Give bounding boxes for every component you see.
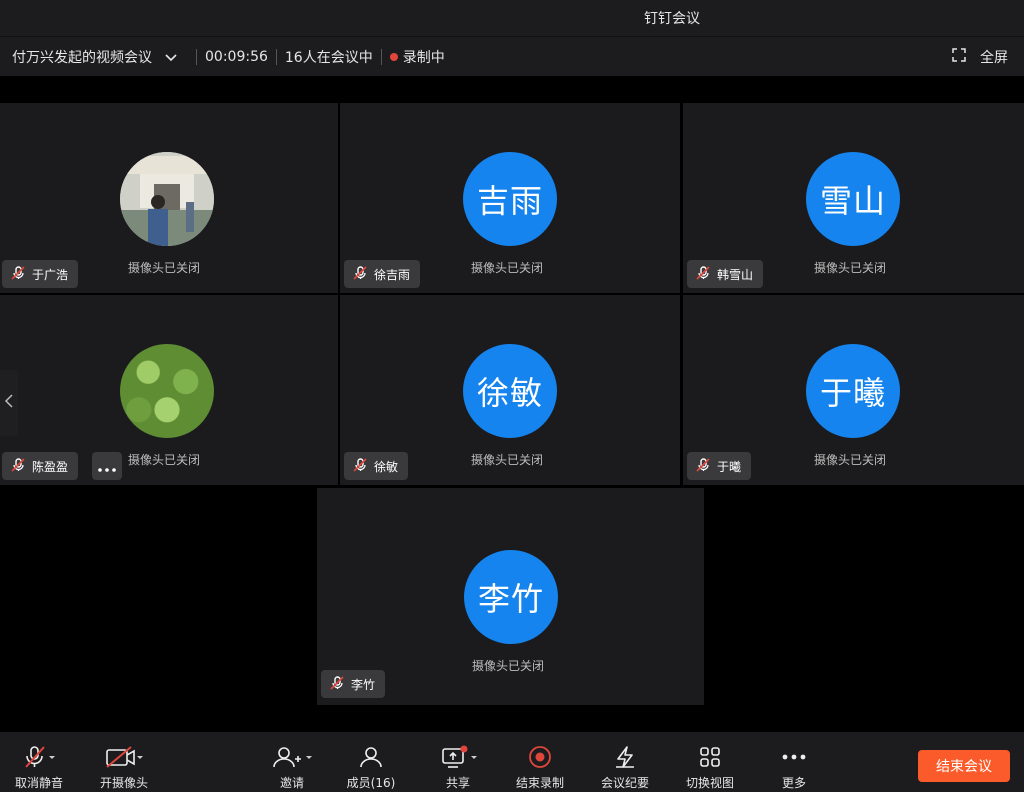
participant-name: 徐敏 — [374, 459, 399, 474]
divider — [275, 48, 277, 65]
more-dots-icon — [98, 457, 116, 476]
divider — [196, 48, 197, 65]
camera-off-icon — [104, 742, 144, 772]
profile-photo — [120, 152, 214, 246]
mic-muted-icon — [352, 265, 368, 284]
participant-name: 于曦 — [717, 459, 742, 474]
minutes-label: 会议纪要 — [600, 776, 649, 790]
chevron-down-icon[interactable] — [164, 50, 178, 64]
participant-tile[interactable]: 于曦 摄像头已关闭 于曦 — [683, 295, 1024, 485]
name-tag: 韩雪山 — [687, 260, 764, 288]
fullscreen-button[interactable]: 全屏 — [952, 37, 1008, 77]
meeting-toolbar: 取消静音 开摄像头 邀请 成员(16) 共享 结束录制 会议纪要 切换视图 更多 — [0, 732, 1024, 792]
invite-button[interactable]: 邀请 — [268, 732, 316, 792]
camera-off-text: 摄像头已关闭 — [128, 261, 201, 275]
camera-off-text: 摄像头已关闭 — [814, 453, 887, 467]
recording-status: 录制中 — [402, 49, 445, 66]
mic-muted-icon — [695, 457, 711, 476]
switch-view-button[interactable]: 切换视图 — [682, 732, 738, 792]
participant-tile[interactable]: 雪山 摄像头已关闭 韩雪山 — [683, 103, 1024, 293]
more-button[interactable]: 更多 — [776, 732, 812, 792]
name-tag: 于曦 — [687, 452, 752, 480]
chevron-left-icon — [4, 393, 14, 413]
participant-tile[interactable]: 李竹 摄像头已关闭 李竹 — [317, 488, 704, 705]
avatar — [120, 344, 214, 438]
participant-tile[interactable]: 吉雨 摄像头已关闭 徐吉雨 — [340, 103, 680, 293]
switch-view-label: 切换视图 — [685, 776, 734, 790]
members-button[interactable]: 成员(16) — [342, 732, 400, 792]
unmute-label: 取消静音 — [14, 776, 63, 790]
mic-muted-icon — [352, 457, 368, 476]
divider — [380, 48, 382, 65]
camera-off-text: 摄像头已关闭 — [814, 261, 887, 275]
participant-name: 韩雪山 — [717, 267, 754, 282]
avatar — [120, 152, 214, 246]
participant-tile[interactable]: 摄像头已关闭 于广浩 — [0, 103, 338, 293]
invite-label: 邀请 — [279, 776, 304, 790]
record-stop-icon — [527, 742, 553, 772]
meeting-name[interactable]: 付万兴发起的视频会议 — [12, 47, 152, 67]
camera-off-text: 摄像头已关闭 — [471, 453, 544, 467]
participant-name: 于广浩 — [32, 267, 69, 282]
end-meeting-button[interactable]: 结束会议 — [918, 750, 1010, 782]
mic-muted-icon — [10, 265, 26, 284]
name-tag: 徐敏 — [344, 452, 409, 480]
stop-recording-label: 结束录制 — [515, 776, 564, 790]
grid-icon — [698, 742, 722, 772]
members-label: 成员(16) — [346, 776, 396, 790]
tile-edge — [0, 295, 18, 370]
title-bar: 钉钉会议 — [0, 0, 1024, 36]
stop-recording-button[interactable]: 结束录制 — [512, 732, 568, 792]
avatar: 徐敏 — [463, 344, 557, 438]
camera-off-text: 摄像头已关闭 — [128, 453, 201, 467]
unmute-button[interactable]: 取消静音 — [8, 732, 70, 792]
avatar: 雪山 — [806, 152, 900, 246]
avatar: 于曦 — [806, 344, 900, 438]
camera-label: 开摄像头 — [99, 776, 148, 790]
meeting-duration: 00:09:56 — [205, 48, 268, 65]
share-screen-icon — [436, 742, 480, 772]
more-dots-icon — [782, 742, 806, 772]
user-icon — [358, 742, 384, 772]
mic-muted-icon — [329, 675, 345, 694]
participant-name: 徐吉雨 — [374, 267, 411, 282]
fullscreen-label: 全屏 — [980, 50, 1008, 66]
participant-count[interactable]: 16人在会议中 — [285, 47, 373, 67]
more-label: 更多 — [781, 776, 806, 790]
share-label: 共享 — [445, 776, 470, 790]
camera-off-text: 摄像头已关闭 — [472, 659, 545, 673]
share-button[interactable]: 共享 — [436, 732, 480, 792]
lightning-icon — [612, 742, 638, 772]
name-tag: 于广浩 — [2, 260, 79, 288]
prev-page-arrow[interactable] — [0, 370, 18, 436]
add-user-icon — [271, 742, 313, 772]
name-tag: 李竹 — [321, 670, 386, 698]
recording-dot-icon — [389, 52, 398, 61]
fullscreen-icon — [952, 48, 966, 66]
avatar: 李竹 — [464, 550, 558, 644]
participant-name: 陈盈盈 — [32, 459, 69, 474]
mic-muted-icon — [10, 457, 26, 476]
participant-more-button[interactable] — [92, 452, 122, 480]
camera-off-text: 摄像头已关闭 — [471, 261, 544, 275]
participant-name: 李竹 — [351, 677, 376, 692]
mic-muted-icon — [695, 265, 711, 284]
participant-tile[interactable]: 徐敏 摄像头已关闭 徐敏 — [340, 295, 680, 485]
name-tag: 陈盈盈 — [2, 452, 79, 480]
avatar: 吉雨 — [463, 152, 557, 246]
meeting-info-bar: 付万兴发起的视频会议 00:09:56 16人在会议中 录制中 全屏 — [0, 36, 1024, 76]
window-title: 钉钉会议 — [644, 11, 700, 27]
name-tag: 徐吉雨 — [344, 260, 421, 288]
mic-muted-icon — [22, 742, 56, 772]
minutes-button[interactable]: 会议纪要 — [597, 732, 653, 792]
camera-button[interactable]: 开摄像头 — [92, 732, 156, 792]
